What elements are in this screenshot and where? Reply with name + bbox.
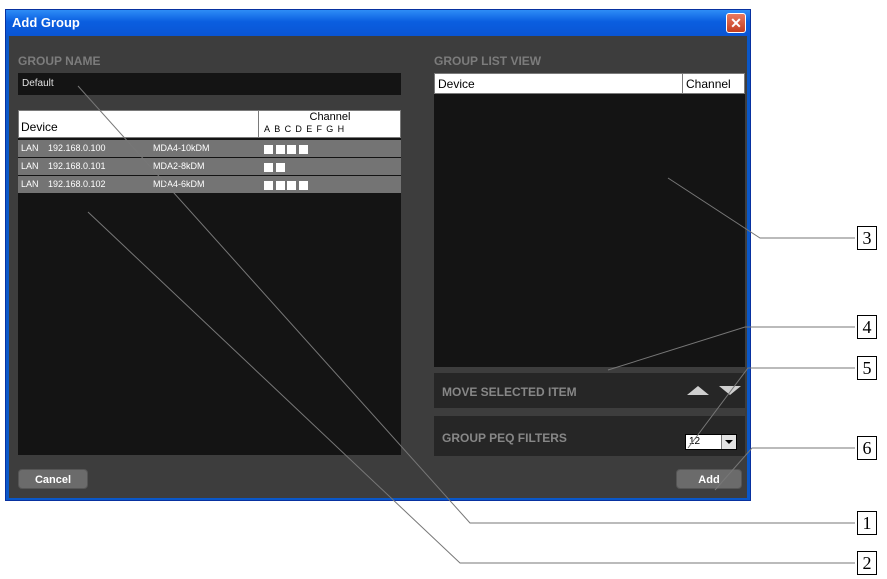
callout-leader-lines bbox=[77, 85, 855, 564]
callout-6: 6 bbox=[857, 436, 877, 460]
callout-line-1 bbox=[77, 85, 855, 524]
callout-line-4 bbox=[607, 326, 855, 371]
callout-line-6 bbox=[714, 447, 855, 491]
callout-5: 5 bbox=[857, 356, 877, 380]
callout-2: 2 bbox=[857, 551, 877, 575]
callout-line-2 bbox=[87, 211, 855, 564]
callout-line-3 bbox=[667, 177, 855, 239]
callout-3: 3 bbox=[857, 226, 877, 250]
callout-1: 1 bbox=[857, 511, 877, 535]
callout-4: 4 bbox=[857, 315, 877, 339]
callout-line-5 bbox=[687, 367, 855, 449]
